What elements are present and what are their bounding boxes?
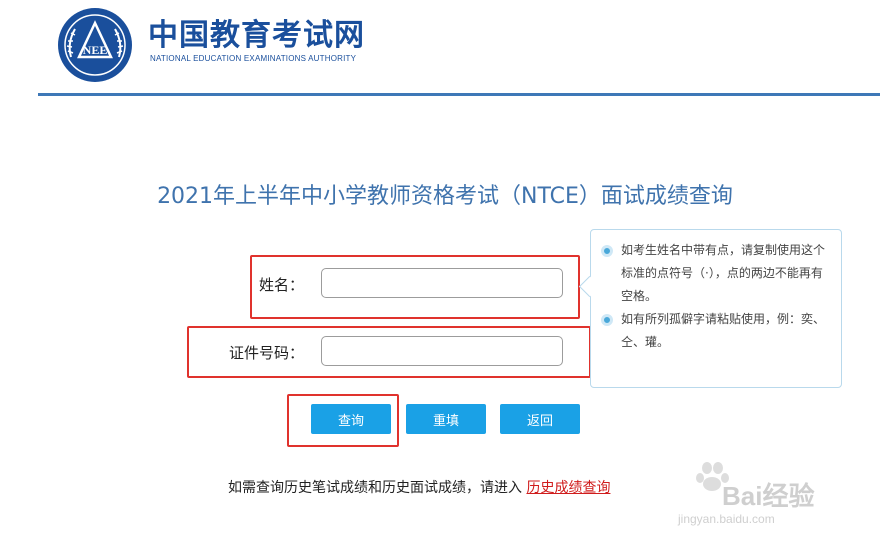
emblem-text: NEE [83,43,108,57]
site-logo-subtitle: NATIONAL EDUCATION EXAMINATIONS AUTHORIT… [150,54,357,63]
nea-emblem-logo: NEE [58,8,132,82]
history-query-note: 如需查询历史笔试成绩和历史面试成绩，请进入 历史成绩查询 [228,477,610,497]
radio-bullet-icon [601,245,613,257]
watermark-text: Bai经验 [722,481,815,511]
back-button[interactable]: 返回 [500,404,580,434]
watermark-url: jingyan.baidu.com [678,512,775,526]
id-number-input[interactable] [321,336,563,366]
radio-bullet-icon [601,314,613,326]
query-button[interactable]: 查询 [311,404,391,434]
page-title: 2021年上半年中小学教师资格考试（NTCE）面试成绩查询 [157,184,733,209]
site-logo-title: 中国教育考试网 [148,18,365,53]
header-divider [38,93,880,96]
reset-button[interactable]: 重填 [406,404,486,434]
input-tips-box: 如考生姓名中带有点，请复制使用这个标准的点符号（·），点的两边不能再有空格。 如… [578,229,842,388]
tip-item: 如考生姓名中带有点，请复制使用这个标准的点符号（·），点的两边不能再有空格。 [601,239,833,308]
tip-pointer [578,275,601,298]
tip-text-rare-chars: 如有所列孤僻字请粘贴使用，例：奕、仝、瓘。 [621,312,826,349]
tip-item: 如有所列孤僻字请粘贴使用，例：奕、仝、瓘。 [601,308,833,354]
history-score-query-link[interactable]: 历史成绩查询 [526,480,610,496]
history-note-text: 如需查询历史笔试成绩和历史面试成绩，请进入 [228,480,522,496]
name-input[interactable] [321,268,563,298]
id-number-label: 证件号码： [228,344,304,362]
tip-text-name-dot: 如考生姓名中带有点，请复制使用这个标准的点符号（·），点的两边不能再有空格。 [621,243,826,303]
name-label: 姓名： [258,276,304,294]
